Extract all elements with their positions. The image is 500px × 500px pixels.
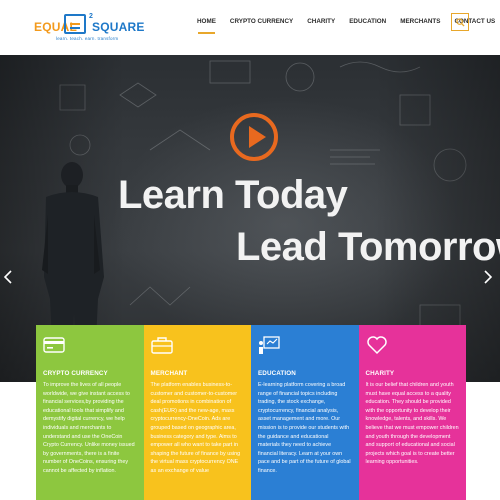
card-text: To improve the lives of all people world… — [43, 382, 135, 474]
slider-prev-arrow[interactable] — [3, 268, 18, 288]
logo-word-square: SQUARE — [92, 20, 145, 34]
hero-headline-line1: Learn Today — [118, 173, 348, 217]
card-text: The platform enables business-to-custome… — [150, 382, 241, 474]
site-header: EQUAL 2 SQUARE learn. teach. earn. trans… — [0, 0, 500, 52]
hero-headline-line2: Lead Tomorrow — [236, 225, 500, 269]
logo-tagline: learn. teach. earn. transform — [56, 36, 119, 41]
slider-next-arrow[interactable] — [484, 268, 498, 288]
card-title: EDUCATION — [258, 370, 296, 377]
credit-card-icon — [43, 337, 65, 353]
card-title: MERCHANT — [150, 370, 188, 377]
chevron-left-icon — [3, 270, 12, 284]
card-crypto-currency[interactable]: CRYPTO CURRENCY To improve the lives of … — [36, 325, 144, 500]
briefcase-icon — [150, 337, 173, 354]
card-education[interactable]: EDUCATION E-learning platform covering a… — [251, 325, 359, 500]
play-video-button[interactable] — [230, 113, 278, 161]
logo-superscript: 2 — [89, 13, 93, 20]
feature-cards: CRYPTO CURRENCY To improve the lives of … — [36, 325, 466, 500]
search-icon — [456, 18, 465, 27]
nav-item-crypto-currency[interactable]: CRYPTO CURRENCY — [230, 18, 293, 25]
card-title: CHARITY — [365, 370, 395, 377]
card-title: CRYPTO CURRENCY — [43, 370, 108, 377]
nav-item-home[interactable]: HOME — [197, 18, 216, 34]
logo[interactable]: EQUAL 2 SQUARE learn. teach. earn. trans… — [34, 9, 144, 45]
presentation-board-icon — [259, 336, 280, 354]
logo-square-icon — [64, 14, 86, 34]
nav-item-education[interactable]: EDUCATION — [349, 18, 386, 25]
heart-icon — [366, 336, 387, 355]
card-charity[interactable]: CHARITY It is our belief that children a… — [358, 325, 466, 500]
card-text: It is our belief that children and youth… — [365, 382, 459, 466]
card-text: E-learning platform covering a broad ran… — [258, 382, 351, 474]
search-button[interactable] — [451, 13, 469, 31]
nav-item-merchants[interactable]: MERCHANTS — [400, 18, 440, 25]
chevron-right-icon — [484, 270, 493, 284]
nav-item-charity[interactable]: CHARITY — [307, 18, 335, 25]
card-merchant[interactable]: MERCHANT The platform enables business-t… — [143, 325, 251, 500]
